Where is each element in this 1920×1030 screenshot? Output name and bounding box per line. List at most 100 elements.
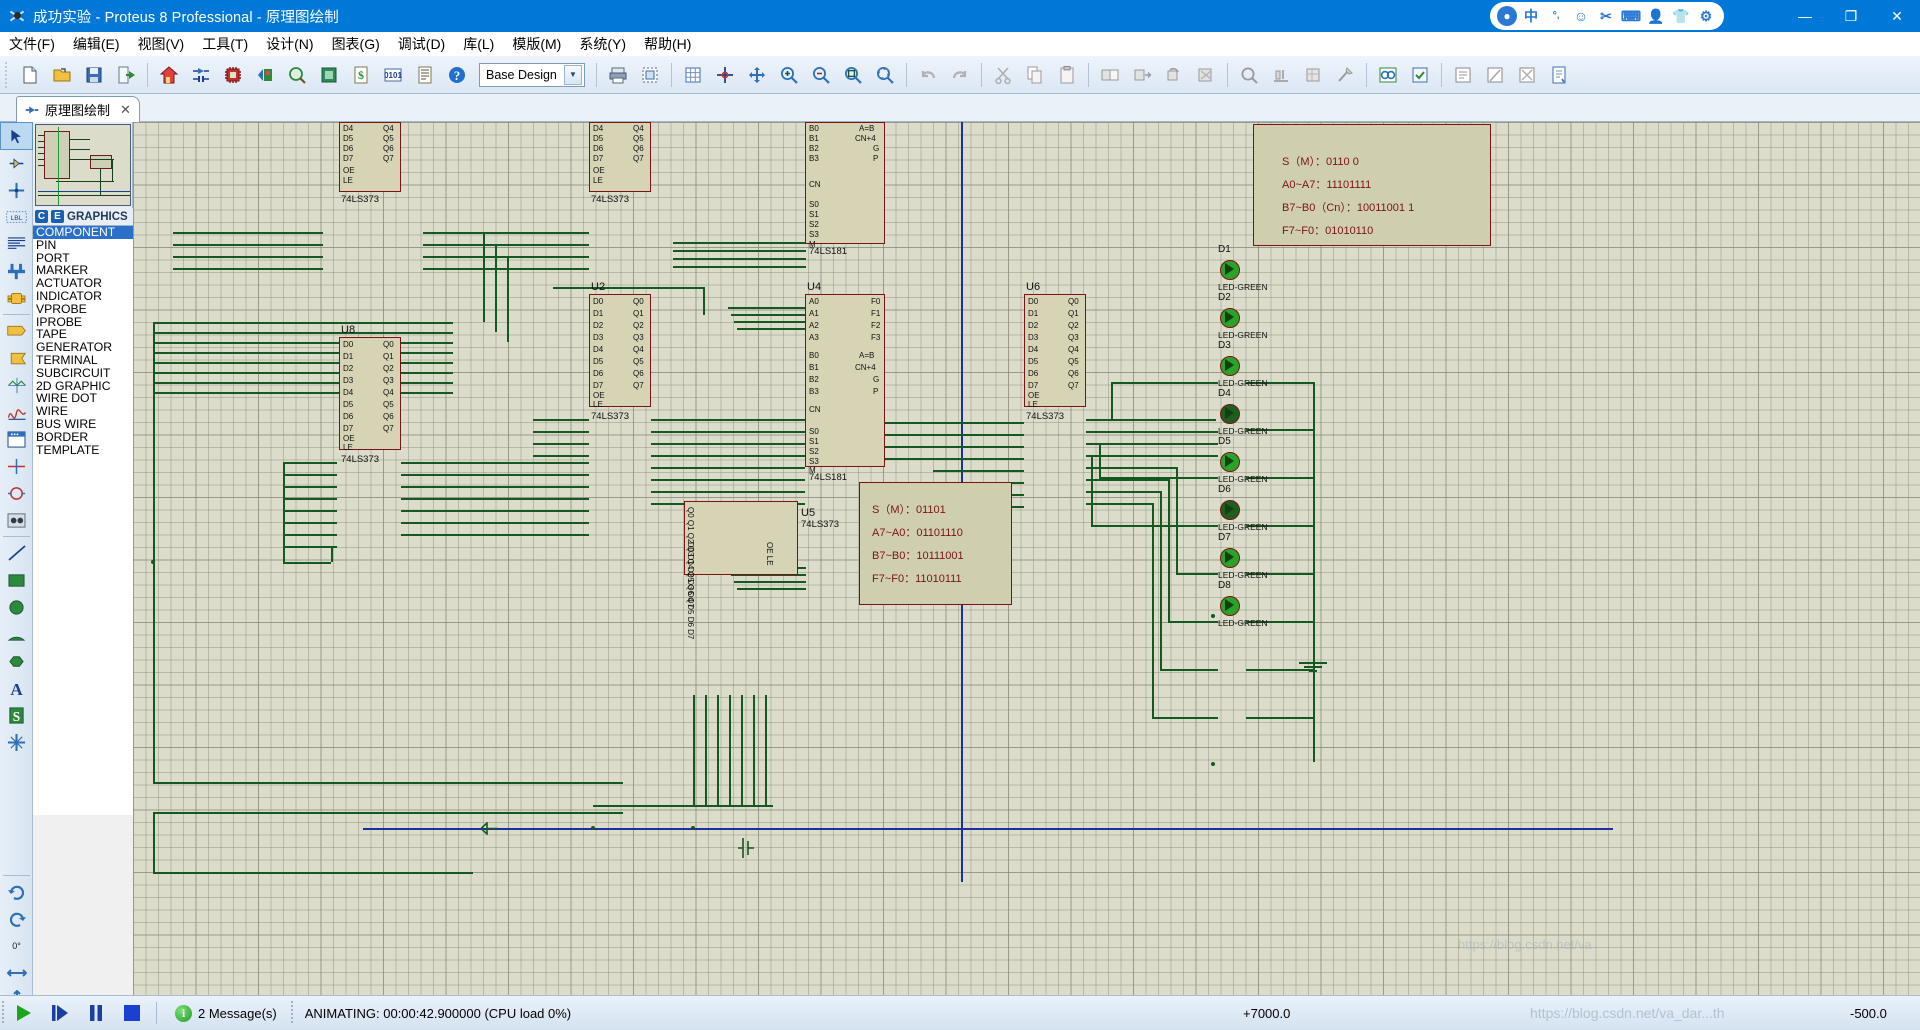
source-code-icon[interactable]: $ [346, 60, 376, 90]
component-preview[interactable] [35, 124, 131, 206]
led-d1[interactable] [1218, 258, 1242, 282]
origin-icon[interactable] [710, 60, 740, 90]
settings-icon[interactable]: ⚙ [1695, 5, 1717, 27]
led-d6[interactable] [1218, 498, 1242, 522]
text-tool-icon[interactable]: A [1, 675, 32, 701]
undo-icon[interactable] [913, 60, 943, 90]
selector-item-vprobe[interactable]: VPROBE [33, 302, 133, 316]
netlist-icon[interactable] [1373, 60, 1403, 90]
menu-file[interactable]: 文件(F) [0, 32, 64, 56]
wire[interactable] [734, 321, 806, 323]
wire[interactable] [401, 534, 589, 536]
component-mode-icon[interactable] [1, 150, 32, 176]
wire[interactable] [283, 534, 337, 536]
wire[interactable] [1313, 667, 1315, 762]
wire[interactable] [728, 307, 806, 309]
selection-mode-icon[interactable] [0, 122, 33, 150]
wire[interactable] [1152, 503, 1154, 717]
selector-item-template[interactable]: TEMPLATE [33, 443, 133, 457]
wire[interactable] [734, 581, 806, 583]
led-d8[interactable] [1218, 594, 1242, 618]
led-d4[interactable] [1218, 402, 1242, 426]
wire[interactable] [1168, 479, 1170, 621]
wire[interactable] [1091, 455, 1093, 525]
pan-icon[interactable] [742, 60, 772, 90]
wire[interactable] [885, 446, 1024, 448]
wire[interactable] [731, 314, 806, 316]
message-indicator[interactable]: i 2 Message(s) [163, 1004, 289, 1022]
wire[interactable] [153, 322, 453, 324]
skin-icon[interactable]: 👕 [1670, 5, 1692, 27]
selector-item-subcircuit[interactable]: SUBCIRCUIT [33, 366, 133, 380]
cut-icon[interactable] [988, 60, 1018, 90]
schematic-canvas[interactable]: D4 D5 D6 D7 Q4 Q5 Q6 Q7 OE LE 74LS373 D4… [133, 122, 1920, 995]
selector-item-border[interactable]: BORDER [33, 430, 133, 444]
bus-wire-horizontal[interactable] [363, 828, 1613, 830]
wire[interactable] [401, 498, 589, 500]
wire[interactable] [401, 510, 589, 512]
wire[interactable] [737, 328, 806, 330]
sogou-logo-icon[interactable]: ● [1497, 6, 1517, 26]
wire[interactable] [1086, 479, 1168, 481]
decompose-icon[interactable] [1330, 60, 1360, 90]
menu-edit[interactable]: 编辑(E) [64, 32, 129, 56]
wire[interactable] [173, 268, 323, 270]
wire[interactable] [283, 522, 337, 524]
design-selector-combo[interactable]: Base Design ▼ [479, 62, 585, 87]
toolbar-grip[interactable] [3, 61, 11, 88]
save-file-icon[interactable] [79, 60, 109, 90]
menu-view[interactable]: 视图(V) [129, 32, 194, 56]
wire[interactable] [401, 462, 589, 464]
step-button[interactable] [42, 999, 78, 1027]
wire[interactable] [673, 258, 806, 260]
wire[interactable] [153, 812, 623, 814]
wire[interactable] [331, 546, 333, 562]
wire[interactable] [1086, 467, 1176, 469]
help-icon[interactable]: ? [442, 60, 472, 90]
wire[interactable] [651, 419, 805, 421]
graph-mode-icon[interactable] [1, 372, 32, 398]
wire[interactable] [423, 232, 589, 234]
virtual-instrument-mode-icon[interactable] [1, 507, 32, 533]
redo-icon[interactable] [945, 60, 975, 90]
wire[interactable] [153, 352, 453, 354]
wire[interactable] [507, 256, 509, 342]
wire[interactable] [1091, 525, 1218, 527]
wire[interactable] [533, 443, 589, 445]
voltage-probe-mode-icon[interactable] [1, 453, 32, 479]
wire[interactable] [283, 486, 337, 488]
block-move-icon[interactable] [1127, 60, 1157, 90]
wire[interactable] [153, 872, 473, 874]
line-tool-icon[interactable] [1, 540, 32, 566]
wire[interactable] [765, 695, 767, 805]
wire[interactable] [651, 467, 805, 469]
menu-tools[interactable]: 工具(T) [193, 32, 257, 56]
wire[interactable] [705, 695, 707, 805]
wire[interactable] [1111, 382, 1113, 420]
wire[interactable] [885, 422, 1024, 424]
wire[interactable] [1086, 503, 1152, 505]
wire[interactable] [153, 812, 155, 872]
user-icon[interactable]: 👤 [1645, 5, 1667, 27]
wire[interactable] [1246, 669, 1313, 671]
menu-debug[interactable]: 调试(D) [389, 32, 454, 56]
selector-badge-c[interactable]: C [35, 210, 48, 223]
junction-dot-mode-icon[interactable] [1, 177, 32, 203]
annotation-box-middle[interactable]: S（M）：01101 A7~A0：01101110 B7~B0：10111001… [859, 482, 1012, 605]
wire[interactable] [1086, 455, 1218, 457]
toggle-grid-icon[interactable] [678, 60, 708, 90]
wire[interactable] [283, 546, 337, 548]
copy-icon[interactable] [1020, 60, 1050, 90]
wire[interactable] [703, 287, 705, 315]
ares-netlist-icon[interactable] [1480, 60, 1510, 90]
design-notes-icon[interactable]: 0101 [378, 60, 408, 90]
wire[interactable] [1099, 443, 1101, 477]
pause-button[interactable] [78, 999, 114, 1027]
wire[interactable] [423, 256, 589, 258]
selector-item-component[interactable]: COMPONENT [33, 226, 133, 239]
object-selector-list[interactable]: COMPONENT PIN PORT MARKER ACTUATOR INDIC… [33, 225, 133, 815]
chinese-mode-icon[interactable]: 中 [1520, 5, 1542, 27]
print-icon[interactable] [603, 60, 633, 90]
scissors-icon[interactable]: ✂ [1595, 5, 1617, 27]
home-icon[interactable] [154, 60, 184, 90]
